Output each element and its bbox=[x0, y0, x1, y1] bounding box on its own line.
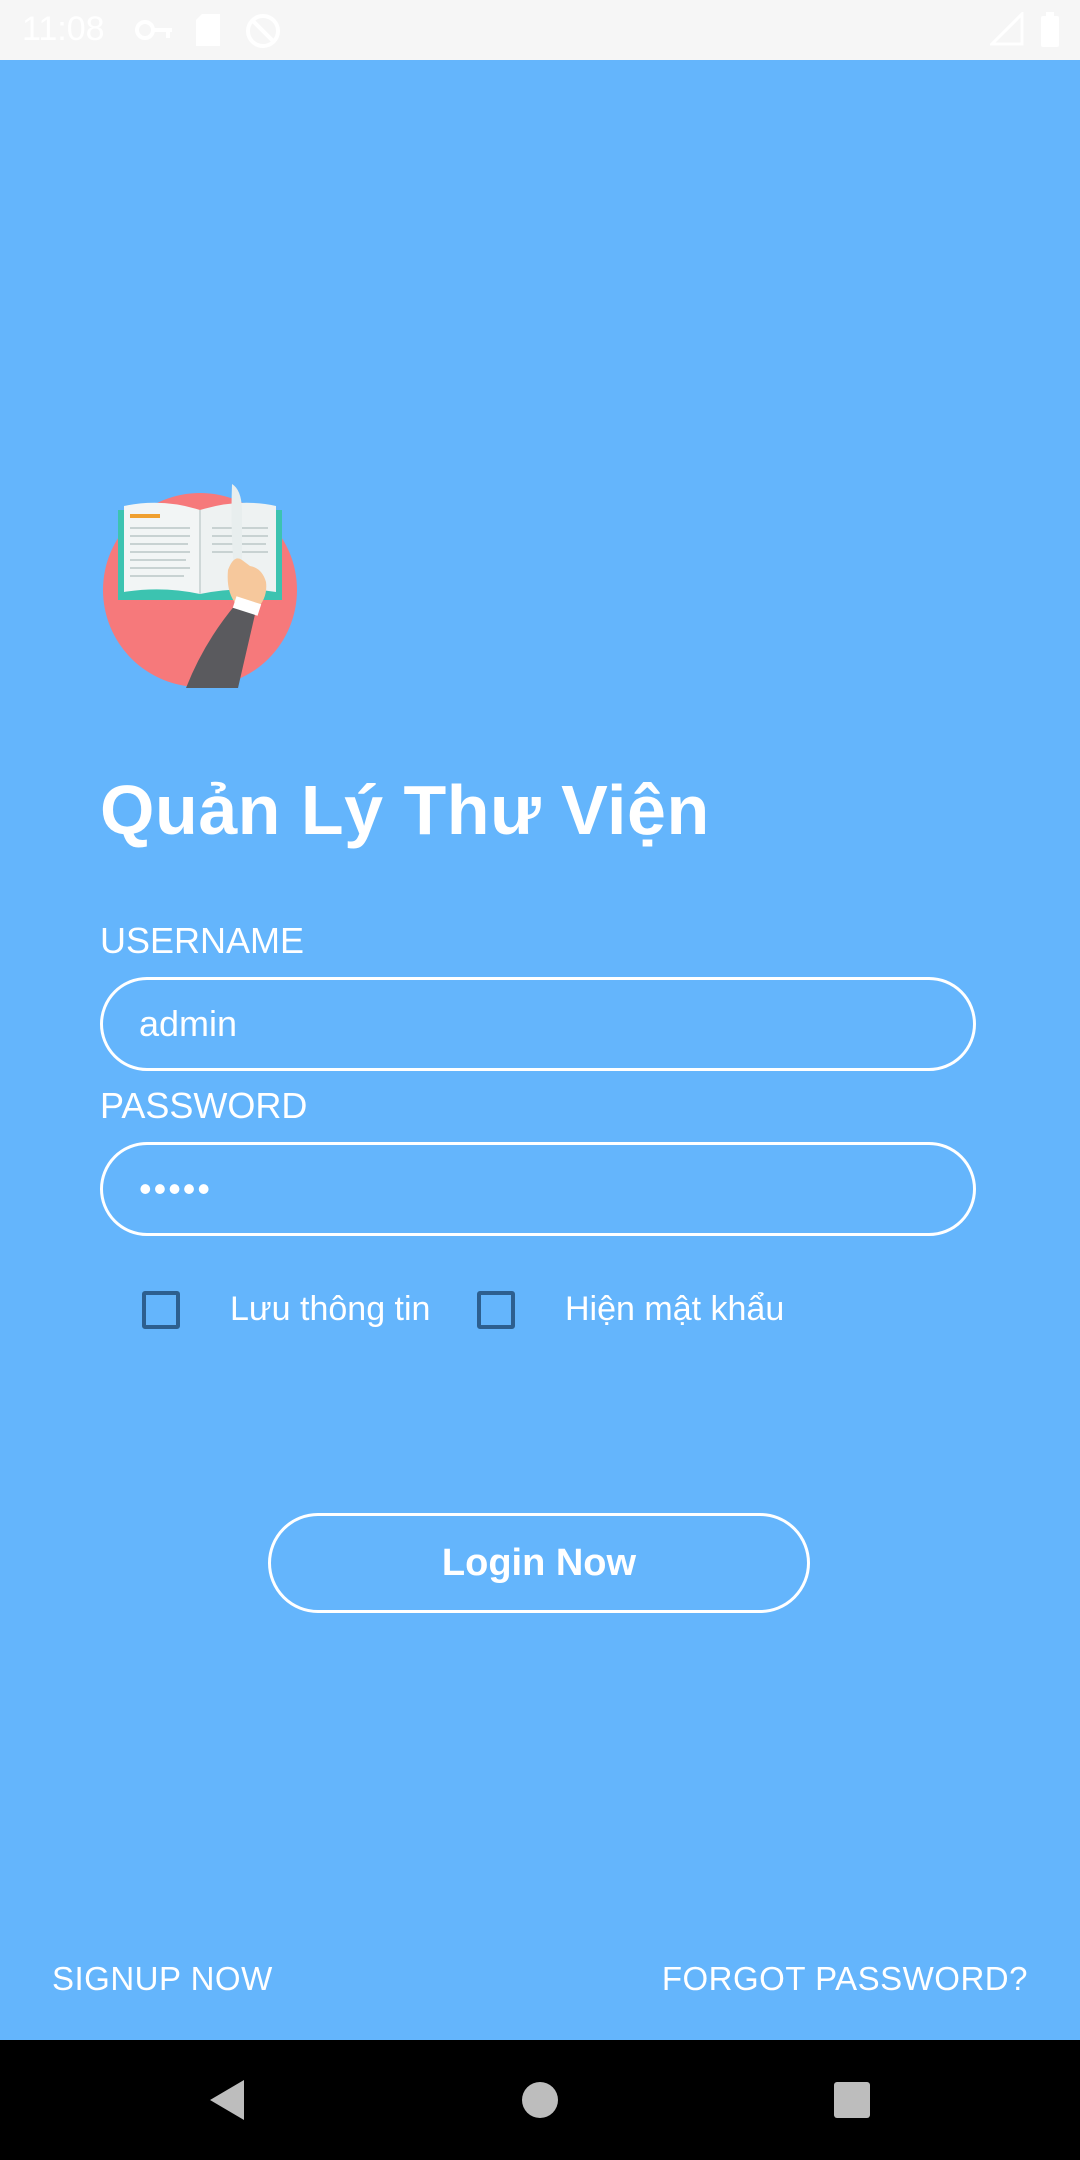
back-icon[interactable] bbox=[186, 2060, 266, 2140]
username-value: admin bbox=[139, 1003, 238, 1044]
signal-icon bbox=[988, 10, 1024, 51]
sd-card-icon bbox=[194, 12, 222, 53]
password-input[interactable]: ••••• bbox=[100, 1142, 976, 1236]
show-password-label[interactable]: Hiện mật khẩu bbox=[565, 1290, 784, 1329]
show-password-checkbox[interactable] bbox=[477, 1290, 515, 1329]
app-title: Quản Lý Thư Viện bbox=[100, 771, 710, 849]
battery-icon bbox=[1040, 12, 1060, 53]
status-bar: 11:08 bbox=[0, 0, 1080, 60]
password-value: ••••• bbox=[139, 1168, 213, 1209]
show-password-row[interactable]: Hiện mật khẩu bbox=[477, 1290, 784, 1329]
username-input[interactable]: admin bbox=[100, 977, 976, 1071]
signup-link[interactable]: SIGNUP NOW bbox=[52, 1960, 273, 1998]
no-sync-icon bbox=[244, 12, 282, 55]
recents-icon[interactable] bbox=[812, 2060, 892, 2140]
username-label: USERNAME bbox=[100, 920, 305, 961]
remember-row[interactable]: Lưu thông tin bbox=[142, 1290, 430, 1329]
remember-checkbox[interactable] bbox=[142, 1290, 180, 1329]
forgot-password-link[interactable]: FORGOT PASSWORD? bbox=[662, 1960, 1028, 1998]
login-button[interactable]: Login Now bbox=[268, 1513, 810, 1613]
navigation-bar bbox=[0, 2040, 1080, 2160]
open-book-logo-icon bbox=[100, 482, 300, 688]
status-time: 11:08 bbox=[22, 10, 105, 48]
password-label: PASSWORD bbox=[100, 1085, 308, 1126]
home-icon[interactable] bbox=[500, 2060, 580, 2140]
vpn-key-icon bbox=[135, 12, 175, 53]
remember-label[interactable]: Lưu thông tin bbox=[230, 1290, 430, 1329]
